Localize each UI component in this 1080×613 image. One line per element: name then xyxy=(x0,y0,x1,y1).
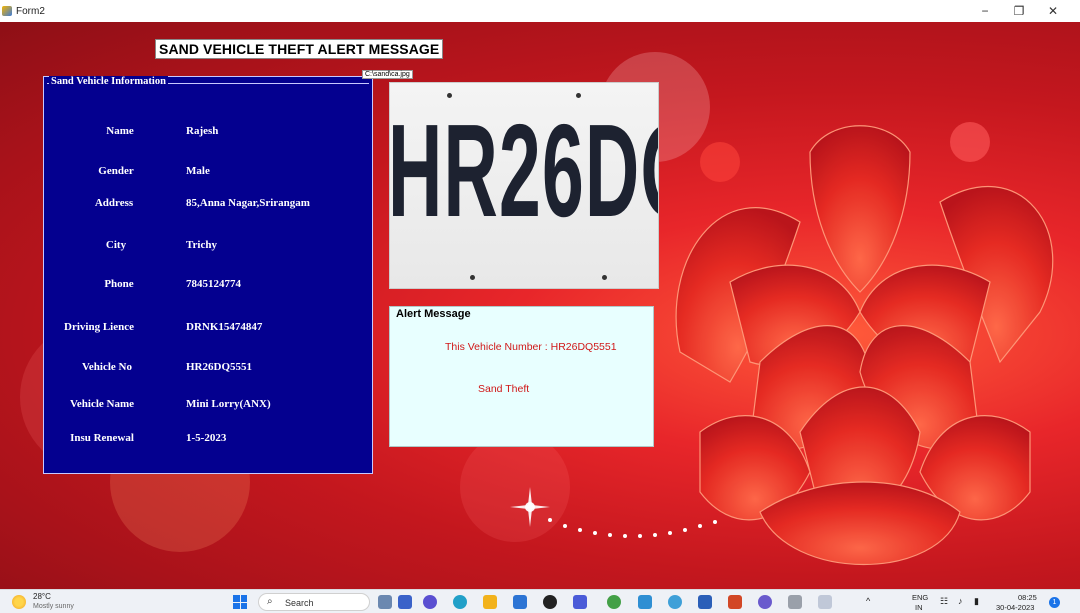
file-explorer-icon[interactable] xyxy=(483,595,497,609)
vehicle-info-groupbox: Sand Vehicle Information Name Rajesh Gen… xyxy=(43,76,373,474)
edge-browser-icon[interactable] xyxy=(453,595,467,609)
page-title: SAND VEHICLE THEFT ALERT MESSAGE xyxy=(155,39,444,59)
vehicle-no-label: Vehicle No xyxy=(81,361,132,373)
teams-icon[interactable] xyxy=(423,595,437,609)
maximize-button[interactable]: ❐ xyxy=(1002,0,1036,22)
plate-bolt xyxy=(470,275,475,280)
language-indicator[interactable]: ENG xyxy=(912,593,928,602)
word-icon[interactable] xyxy=(698,595,712,609)
alert-message-groupbox: Alert Message This Vehicle Number : HR26… xyxy=(389,306,654,447)
start-menu-icon[interactable] xyxy=(233,595,247,609)
search-label: Search xyxy=(285,598,314,608)
gender-label: Gender xyxy=(98,165,134,177)
extra-app-icon[interactable] xyxy=(758,595,772,609)
driving-licence-value: DRNK15474847 xyxy=(186,321,263,333)
store-icon[interactable] xyxy=(513,595,527,609)
calculator-icon[interactable] xyxy=(638,595,652,609)
number-plate-image: HR26DQ5551 xyxy=(389,82,659,289)
task-view-icon[interactable] xyxy=(378,595,392,609)
windows-taskbar: 28°C Mostly sunny ⌕ Search ^ ENG IN ☷ ♪ … xyxy=(0,589,1080,613)
sparkle-decoration xyxy=(510,487,717,538)
plate-number-text: HR26DQ5551 xyxy=(389,97,658,244)
vehicle-name-value: Mini Lorry(ANX) xyxy=(186,398,271,410)
form-app-taskbar-icon[interactable] xyxy=(788,595,802,609)
insurance-renewal-label: Insu Renewal xyxy=(70,432,134,444)
alert-vehicle-number-text: This Vehicle Number : HR26DQ5551 xyxy=(445,341,617,353)
vehicle-name-label: Vehicle Name xyxy=(69,398,135,410)
alert-theft-text: Sand Theft xyxy=(478,383,530,395)
vehicle-info-legend: Sand Vehicle Information xyxy=(49,76,168,87)
vehicle-no-value: HR26DQ5551 xyxy=(186,361,252,373)
close-button[interactable]: ✕ xyxy=(1036,0,1070,22)
wifi-icon[interactable]: ☷ xyxy=(940,596,948,607)
search-icon: ⌕ xyxy=(267,596,273,607)
city-label: City xyxy=(105,239,127,251)
name-label: Name xyxy=(106,125,134,137)
window-title-bar: Form2 − ❐ ✕ xyxy=(0,0,1080,22)
address-value: 85,Anna Nagar,Srirangam xyxy=(186,197,310,209)
insurance-renewal-value: 1-5-2023 xyxy=(186,432,227,444)
visual-studio-icon[interactable] xyxy=(573,595,587,609)
phone-value: 7845124774 xyxy=(186,278,241,290)
running-form-taskbar-icon[interactable] xyxy=(818,595,832,609)
weather-description[interactable]: Mostly sunny xyxy=(33,603,74,610)
gender-value: Male xyxy=(186,165,210,177)
settings-app-icon[interactable] xyxy=(668,595,682,609)
alert-message-legend: Alert Message xyxy=(396,308,471,320)
taskbar-search[interactable]: ⌕ Search xyxy=(258,593,370,611)
image-path-label: C:\sand\ca.jpg xyxy=(362,70,413,79)
chrome-icon[interactable] xyxy=(607,595,621,609)
notification-badge[interactable]: 1 xyxy=(1049,597,1060,608)
camera-app-icon[interactable] xyxy=(398,595,412,609)
plate-bolt xyxy=(602,275,607,280)
media-player-icon[interactable] xyxy=(543,595,557,609)
weather-temperature[interactable]: 28°C xyxy=(33,592,51,601)
minimize-button[interactable]: − xyxy=(968,0,1002,22)
form-app-icon xyxy=(2,6,12,16)
speaker-icon[interactable]: ♪ xyxy=(958,596,963,606)
tray-chevron-icon[interactable]: ^ xyxy=(866,596,870,606)
name-value: Rajesh xyxy=(186,125,219,137)
window-title: Form2 xyxy=(16,5,45,17)
battery-icon[interactable]: ▮ xyxy=(974,596,979,607)
phone-label: Phone xyxy=(104,278,134,290)
clock-date[interactable]: 30-04-2023 xyxy=(996,603,1034,612)
clock-time[interactable]: 08:25 xyxy=(1018,593,1037,602)
language-region[interactable]: IN xyxy=(915,603,923,612)
weather-sun-icon[interactable] xyxy=(12,595,26,609)
city-value: Trichy xyxy=(186,239,217,251)
form-canvas: SAND VEHICLE THEFT ALERT MESSAGE Sand Ve… xyxy=(0,22,1080,589)
address-label: Address xyxy=(94,197,134,209)
powerpoint-icon[interactable] xyxy=(728,595,742,609)
driving-licence-label: Driving Lience xyxy=(64,321,134,333)
